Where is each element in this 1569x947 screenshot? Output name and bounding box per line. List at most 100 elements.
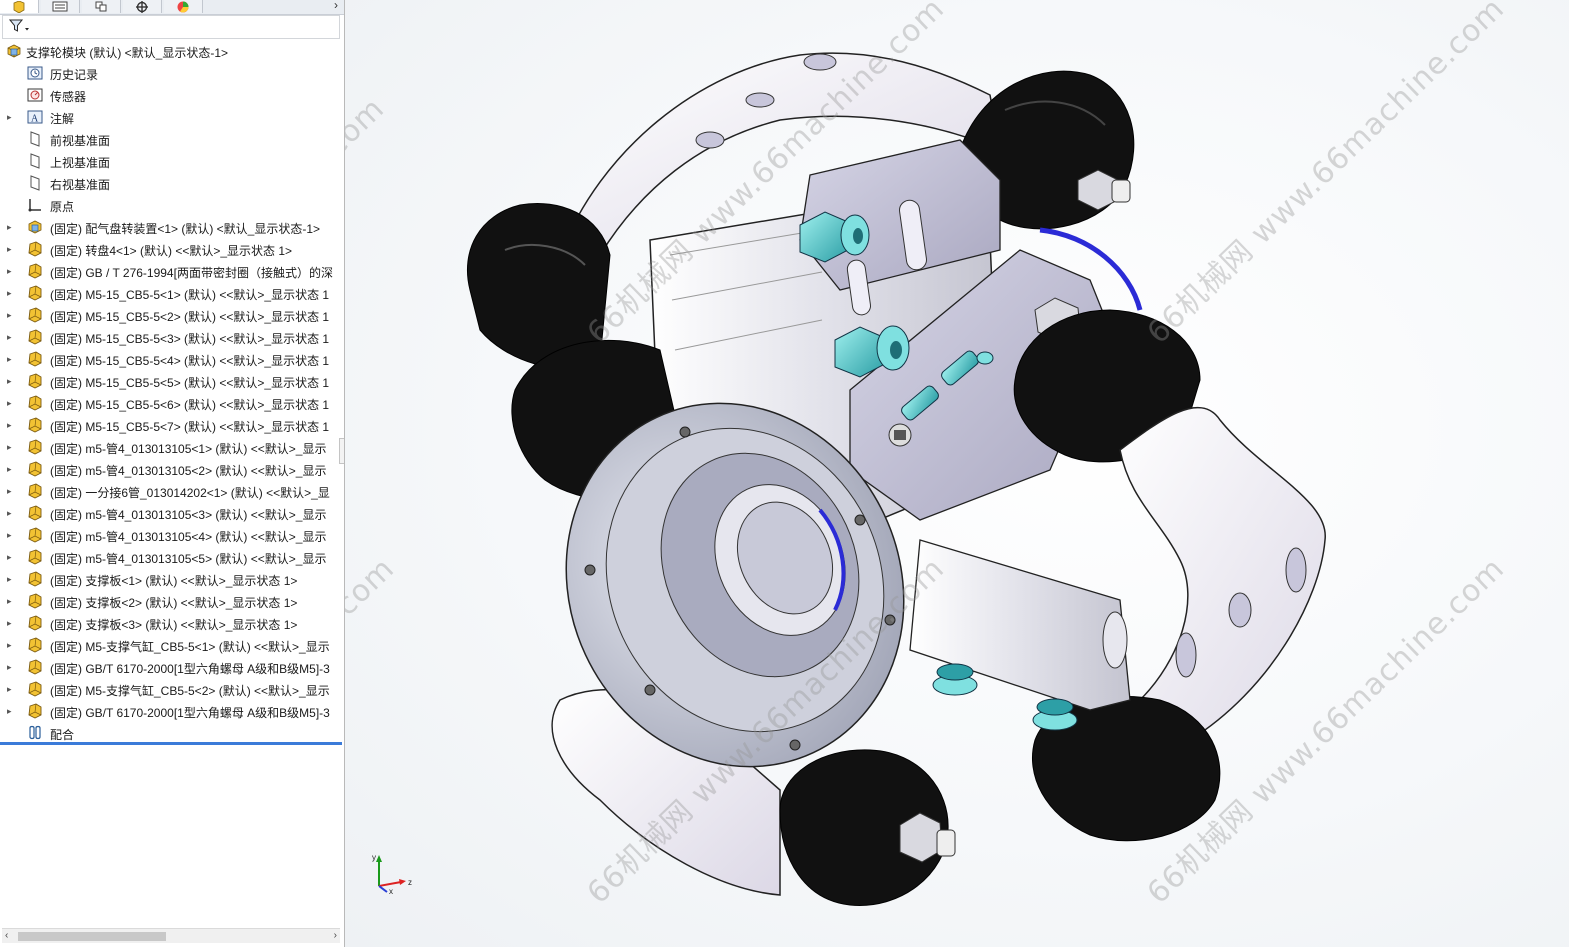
expand-arrow-icon[interactable]: ▸ — [7, 551, 17, 563]
axle-end — [1111, 179, 1131, 203]
scroll-right-icon[interactable]: › — [334, 929, 337, 943]
tree-item[interactable]: ▸ (固定) M5-15_CB5-5<3> (默认) <<默认>_显示状态 1 — [0, 326, 344, 348]
expand-arrow-icon[interactable]: ▸ — [7, 595, 17, 607]
tree-item[interactable]: ▸ (固定) M5-15_CB5-5<4> (默认) <<默认>_显示状态 1 — [0, 348, 344, 370]
expand-arrow-icon[interactable]: ▸ — [7, 397, 17, 409]
tree-item-label: (固定) M5-支撑气缸_CB5-5<2> (默认) <<默认>_显示 — [50, 684, 330, 698]
scroll-left-icon[interactable]: ‹ — [5, 929, 8, 943]
tree-item[interactable]: 上视基准面 — [0, 150, 344, 172]
part-icon — [28, 659, 42, 675]
sensor-icon — [27, 88, 43, 102]
tree-root-assembly[interactable]: 支撑轮模块 (默认) <默认_显示状态-1> — [0, 40, 344, 62]
tree-item[interactable]: 传感器 — [0, 84, 344, 106]
feature-manager-icon — [13, 0, 25, 13]
tree-item[interactable]: 前视基准面 — [0, 128, 344, 150]
tree-item[interactable]: ▸ (固定) M5-15_CB5-5<5> (默认) <<默认>_显示状态 1 — [0, 370, 344, 392]
tree-item[interactable]: ▸ (固定) M5-15_CB5-5<6> (默认) <<默认>_显示状态 1 — [0, 392, 344, 414]
tree-item[interactable]: ▸ (固定) GB/T 6170-2000[1型六角螺母 A级和B级M5]-3 — [0, 656, 344, 678]
tree-item[interactable]: ▸ A 注解 — [0, 106, 344, 128]
expand-arrow-icon[interactable]: ▸ — [7, 265, 17, 277]
expand-arrow-icon[interactable]: ▸ — [7, 353, 17, 365]
tree-item[interactable]: ▸ (固定) 配气盘转装置<1> (默认) <默认_显示状态-1> — [0, 216, 344, 238]
expand-arrow-icon[interactable]: ▸ — [7, 331, 17, 343]
expand-arrow-icon[interactable]: ▸ — [7, 111, 17, 123]
tree-item[interactable]: 原点 — [0, 194, 344, 216]
expand-arrow-icon[interactable]: ▸ — [7, 705, 17, 717]
view-triad[interactable]: y z x — [367, 852, 423, 896]
tree-item-label: (固定) M5-支撑气缸_CB5-5<1> (默认) <<默认>_显示 — [50, 640, 330, 654]
tree-item[interactable]: ▸ (固定) M5-15_CB5-5<1> (默认) <<默认>_显示状态 1 — [0, 282, 344, 304]
tree-item[interactable]: ▸ (固定) M5-15_CB5-5<7> (默认) <<默认>_显示状态 1 — [0, 414, 344, 436]
tree-item[interactable]: ▸ (固定) m5-管4_013013105<3> (默认) <<默认>_显示 — [0, 502, 344, 524]
tree-item[interactable]: ▸ (固定) 一分接6管_013014202<1> (默认) <<默认>_显 — [0, 480, 344, 502]
tree-item[interactable]: ▸ (固定) M5-支撑气缸_CB5-5<2> (默认) <<默认>_显示 — [0, 678, 344, 700]
graphics-area[interactable]: 66机械网 www.66machine.com 66机械网 www.66mach… — [345, 0, 1569, 947]
arm-hole — [1285, 547, 1307, 593]
tree-item-label: (固定) GB / T 276-1994[两面带密封圈（接触式）的深 — [50, 266, 333, 280]
tab-feature-manager[interactable] — [0, 0, 39, 13]
tree-item[interactable]: 右视基准面 — [0, 172, 344, 194]
expand-arrow-icon[interactable]: ▸ — [7, 639, 17, 651]
tree-item[interactable]: ▸ (固定) 转盘4<1> (默认) <<默认>_显示状态 1> — [0, 238, 344, 260]
expand-arrow-icon[interactable]: ▸ — [7, 573, 17, 585]
arm-hole — [1228, 592, 1252, 628]
tree-item[interactable]: ▸ (固定) m5-管4_013013105<4> (默认) <<默认>_显示 — [0, 524, 344, 546]
plane-icon — [30, 153, 40, 169]
feature-manager-panel: › 支撑轮模块 (默认) <默认_显示状态-1> 历史记录 传感器 ▸ A 注解 前视基准… — [0, 0, 345, 947]
expand-arrow-icon[interactable]: ▸ — [7, 661, 17, 673]
subassembly-icon — [28, 220, 42, 234]
expand-arrow-icon[interactable]: ▸ — [7, 221, 17, 233]
tree-item[interactable]: ▸ (固定) m5-管4_013013105<5> (默认) <<默认>_显示 — [0, 546, 344, 568]
tree-item[interactable]: 配合 — [0, 722, 344, 744]
expand-arrow-icon[interactable]: ▸ — [7, 243, 17, 255]
tree-item-label: (固定) GB/T 6170-2000[1型六角螺母 A级和B级M5]-3 — [50, 706, 330, 720]
tree-filter-bar[interactable] — [2, 15, 340, 39]
expand-arrow-icon[interactable]: ▸ — [7, 507, 17, 519]
expand-arrow-icon[interactable]: ▸ — [7, 485, 17, 497]
tree-item[interactable]: ▸ (固定) m5-管4_013013105<2> (默认) <<默认>_显示 — [0, 458, 344, 480]
horizontal-scrollbar[interactable]: ‹ › — [2, 928, 340, 943]
tree-item[interactable]: ▸ (固定) m5-管4_013013105<1> (默认) <<默认>_显示 — [0, 436, 344, 458]
expand-arrow-icon[interactable]: ▸ — [7, 441, 17, 453]
tree-item[interactable]: ▸ (固定) GB/T 6170-2000[1型六角螺母 A级和B级M5]-3 — [0, 700, 344, 722]
expand-arrow-icon[interactable]: ▸ — [7, 529, 17, 541]
tree-item-label: (固定) M5-15_CB5-5<6> (默认) <<默认>_显示状态 1 — [50, 398, 330, 412]
origin-icon — [28, 199, 41, 212]
tree-item[interactable]: ▸ (固定) M5-支撑气缸_CB5-5<1> (默认) <<默认>_显示 — [0, 634, 344, 656]
svg-text:A: A — [31, 114, 39, 125]
tree-item[interactable]: ▸ (固定) 支撑板<1> (默认) <<默认>_显示状态 1> — [0, 568, 344, 590]
tab-property-manager[interactable] — [41, 0, 80, 13]
tree-item-label: 原点 — [50, 200, 75, 214]
expand-arrow-icon[interactable]: ▸ — [7, 683, 17, 695]
tab-dimxpert-manager[interactable] — [123, 0, 162, 13]
tree-item[interactable]: ▸ (固定) 支撑板<3> (默认) <<默认>_显示状态 1> — [0, 612, 344, 634]
chevron-right-icon[interactable]: › — [334, 0, 338, 12]
cylinder-rod-end — [1102, 611, 1128, 669]
expand-arrow-icon[interactable]: ▸ — [7, 419, 17, 431]
tree-item[interactable]: ▸ (固定) GB / T 276-1994[两面带密封圈（接触式）的深 — [0, 260, 344, 282]
part-icon — [28, 483, 42, 499]
filter-icon[interactable] — [9, 19, 31, 33]
expand-arrow-icon[interactable]: ▸ — [7, 287, 17, 299]
part-icon — [28, 439, 42, 455]
tree-item-label: (固定) M5-15_CB5-5<3> (默认) <<默认>_显示状态 1 — [50, 332, 330, 346]
tree-item-label: (固定) M5-15_CB5-5<4> (默认) <<默认>_显示状态 1 — [50, 354, 330, 368]
part-icon — [28, 395, 42, 411]
part-icon — [28, 703, 42, 719]
fitting-top — [799, 211, 870, 263]
part-icon — [28, 373, 42, 389]
tree-item-label: 传感器 — [50, 90, 87, 104]
expand-arrow-icon[interactable]: ▸ — [7, 309, 17, 321]
tree-item-label: (固定) M5-15_CB5-5<7> (默认) <<默认>_显示状态 1 — [50, 420, 330, 434]
tab-display-manager[interactable] — [164, 0, 203, 13]
part-icon — [28, 571, 42, 587]
tab-configuration-manager[interactable] — [82, 0, 121, 13]
expand-arrow-icon[interactable]: ▸ — [7, 463, 17, 475]
tree-item[interactable]: ▸ (固定) 支撑板<2> (默认) <<默认>_显示状态 1> — [0, 590, 344, 612]
scrollbar-thumb[interactable] — [18, 932, 166, 941]
tree-item[interactable]: 历史记录 — [0, 62, 344, 84]
rollback-bar[interactable] — [0, 742, 342, 745]
expand-arrow-icon[interactable]: ▸ — [7, 375, 17, 387]
expand-arrow-icon[interactable]: ▸ — [7, 617, 17, 629]
tree-item[interactable]: ▸ (固定) M5-15_CB5-5<2> (默认) <<默认>_显示状态 1 — [0, 304, 344, 326]
